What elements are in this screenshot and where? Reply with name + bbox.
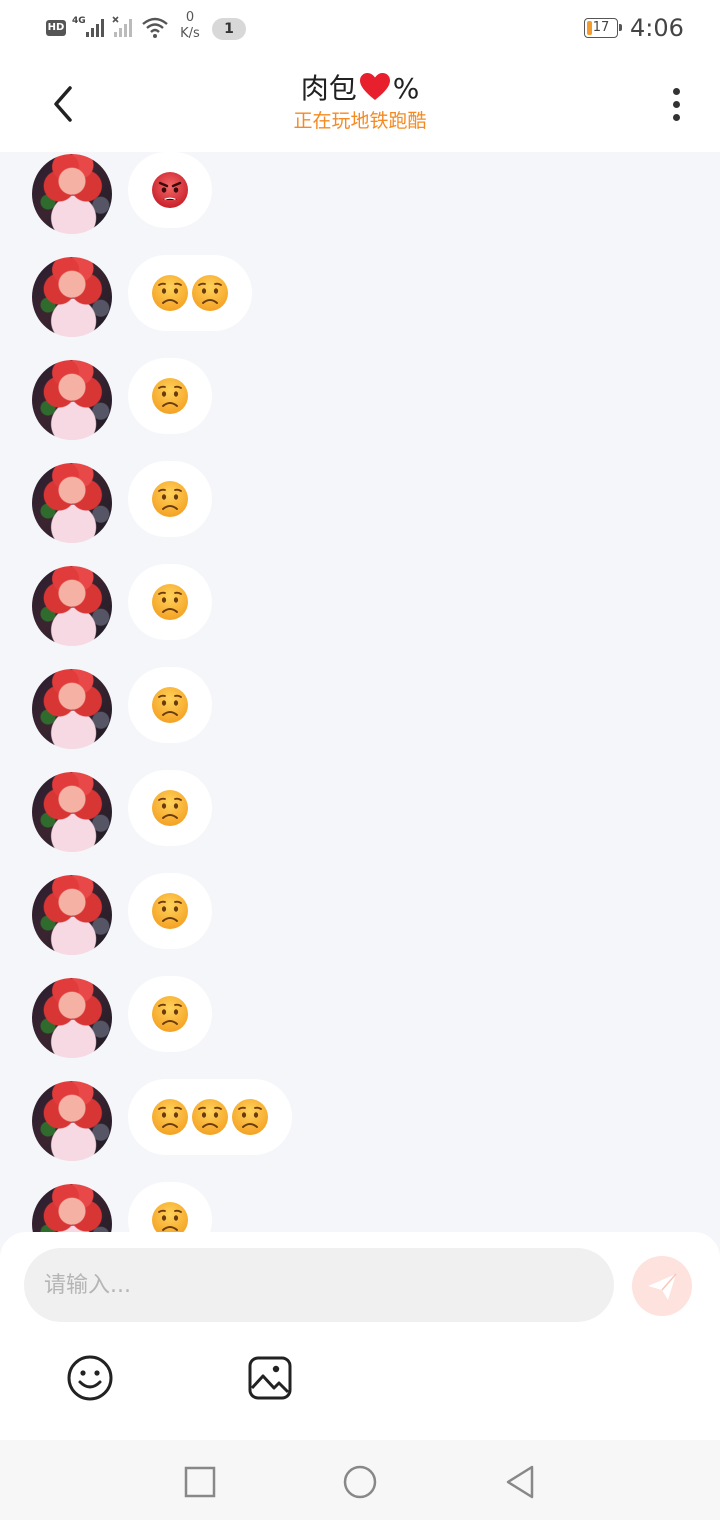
emoji-button[interactable]	[66, 1354, 114, 1402]
chevron-left-icon	[54, 86, 72, 122]
recent-apps-button[interactable]	[180, 1462, 220, 1502]
image-button[interactable]	[246, 1354, 294, 1402]
wifi-icon	[142, 17, 168, 38]
contact-avatar[interactable]	[32, 154, 112, 234]
battery-icon: 17	[584, 18, 622, 38]
message-bubble[interactable]	[128, 152, 212, 228]
message-bubble[interactable]	[128, 461, 212, 537]
contact-avatar[interactable]	[32, 257, 112, 337]
message-row	[0, 770, 720, 852]
contact-name-suffix: %	[392, 72, 420, 105]
message-row	[0, 667, 720, 749]
message-bubble[interactable]	[128, 667, 212, 743]
message-bubble[interactable]	[128, 255, 252, 331]
message-row	[0, 152, 720, 234]
message-bubble[interactable]	[128, 976, 212, 1052]
chat-title-block: 肉包 % 正在玩地铁跑酷	[160, 70, 560, 134]
message-bubble[interactable]	[128, 1182, 212, 1232]
contact-avatar[interactable]	[32, 669, 112, 749]
worried-face-emoji-icon	[152, 1202, 188, 1232]
message-row	[0, 1182, 720, 1232]
speed-unit: K/s	[180, 26, 200, 41]
system-nav-bar	[0, 1440, 720, 1520]
worried-face-emoji-icon	[152, 481, 188, 517]
home-button[interactable]	[340, 1462, 380, 1502]
worried-face-emoji-icon	[152, 996, 188, 1032]
worried-face-emoji-icon	[152, 275, 188, 311]
contact-avatar[interactable]	[32, 1184, 112, 1232]
contact-avatar[interactable]	[32, 566, 112, 646]
message-input[interactable]	[24, 1248, 614, 1322]
worried-face-emoji-icon	[152, 790, 188, 826]
input-panel	[0, 1232, 720, 1440]
contact-avatar[interactable]	[32, 772, 112, 852]
contact-avatar[interactable]	[32, 978, 112, 1058]
contact-avatar[interactable]	[32, 875, 112, 955]
worried-face-emoji-icon	[232, 1099, 268, 1135]
contact-name: 肉包	[300, 72, 357, 105]
contact-status: 正在玩地铁跑酷	[293, 110, 427, 132]
message-row	[0, 564, 720, 646]
clock: 4:06	[630, 14, 684, 42]
message-bubble[interactable]	[128, 770, 212, 846]
speed-value: 0	[185, 10, 195, 25]
red-heart-icon	[359, 73, 390, 100]
send-icon	[648, 1273, 677, 1300]
worried-face-emoji-icon	[192, 1099, 228, 1135]
worried-face-emoji-icon	[192, 275, 228, 311]
send-button[interactable]	[632, 1256, 692, 1316]
pouting-face-emoji-icon	[152, 172, 188, 208]
more-options-button[interactable]	[664, 84, 688, 128]
message-row	[0, 461, 720, 543]
message-row	[0, 976, 720, 1058]
worried-face-emoji-icon	[152, 1099, 188, 1135]
notification-badge: 1	[212, 18, 246, 40]
more-vertical-icon	[664, 84, 688, 121]
smiley-icon	[67, 1355, 113, 1401]
back-button[interactable]	[44, 80, 84, 128]
message-list[interactable]	[0, 152, 720, 1232]
hd-indicator: HD	[46, 20, 66, 36]
message-row	[0, 358, 720, 440]
worried-face-emoji-icon	[152, 584, 188, 620]
worried-face-emoji-icon	[152, 378, 188, 414]
worried-face-emoji-icon	[152, 687, 188, 723]
chat-header: 肉包 % 正在玩地铁跑酷	[0, 56, 720, 152]
message-bubble[interactable]	[128, 873, 212, 949]
contact-avatar[interactable]	[32, 360, 112, 440]
message-row	[0, 255, 720, 337]
message-bubble[interactable]	[128, 1079, 292, 1155]
signal-icon	[86, 19, 104, 37]
message-row	[0, 1079, 720, 1161]
signal-no-sim-icon	[112, 16, 132, 37]
battery-level: 17	[592, 20, 610, 35]
status-bar: HD 4G 0 K/s 1 17 4:06	[0, 0, 720, 56]
message-bubble[interactable]	[128, 564, 212, 640]
square-icon	[184, 1466, 216, 1498]
chat-title: 肉包 %	[160, 70, 560, 108]
image-icon	[248, 1356, 292, 1400]
message-row	[0, 873, 720, 955]
contact-avatar[interactable]	[32, 463, 112, 543]
circle-icon	[343, 1465, 377, 1499]
triangle-back-icon	[506, 1465, 534, 1499]
message-bubble[interactable]	[128, 358, 212, 434]
network-speed: 0 K/s	[176, 10, 204, 42]
worried-face-emoji-icon	[152, 893, 188, 929]
back-nav-button[interactable]	[500, 1462, 540, 1502]
contact-avatar[interactable]	[32, 1081, 112, 1161]
